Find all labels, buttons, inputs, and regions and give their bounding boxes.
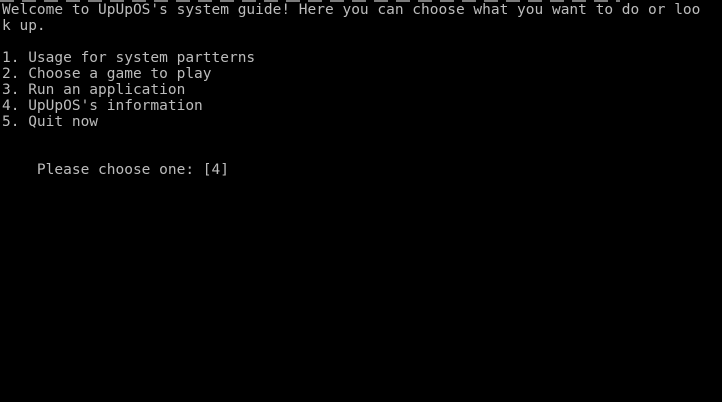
terminal-screen: Welcome to UpUpOS's system guide! Here y…: [0, 0, 722, 402]
menu-option-quit[interactable]: 5. Quit now: [2, 114, 98, 130]
welcome-line-1: Welcome to UpUpOS's system guide! Here y…: [2, 2, 701, 18]
choice-prompt-label: Please choose one:: [36, 162, 203, 178]
menu-option-usage[interactable]: 1. Usage for system partterns: [2, 50, 255, 66]
menu-option-information[interactable]: 4. UpUpOS's information: [2, 98, 203, 114]
choice-input[interactable]: [4]: [203, 162, 229, 178]
welcome-line-2: k up.: [2, 18, 46, 34]
choice-prompt: Please choose one: [4]: [2, 146, 229, 178]
menu-option-game[interactable]: 2. Choose a game to play: [2, 66, 212, 82]
menu-option-application[interactable]: 3. Run an application: [2, 82, 185, 98]
